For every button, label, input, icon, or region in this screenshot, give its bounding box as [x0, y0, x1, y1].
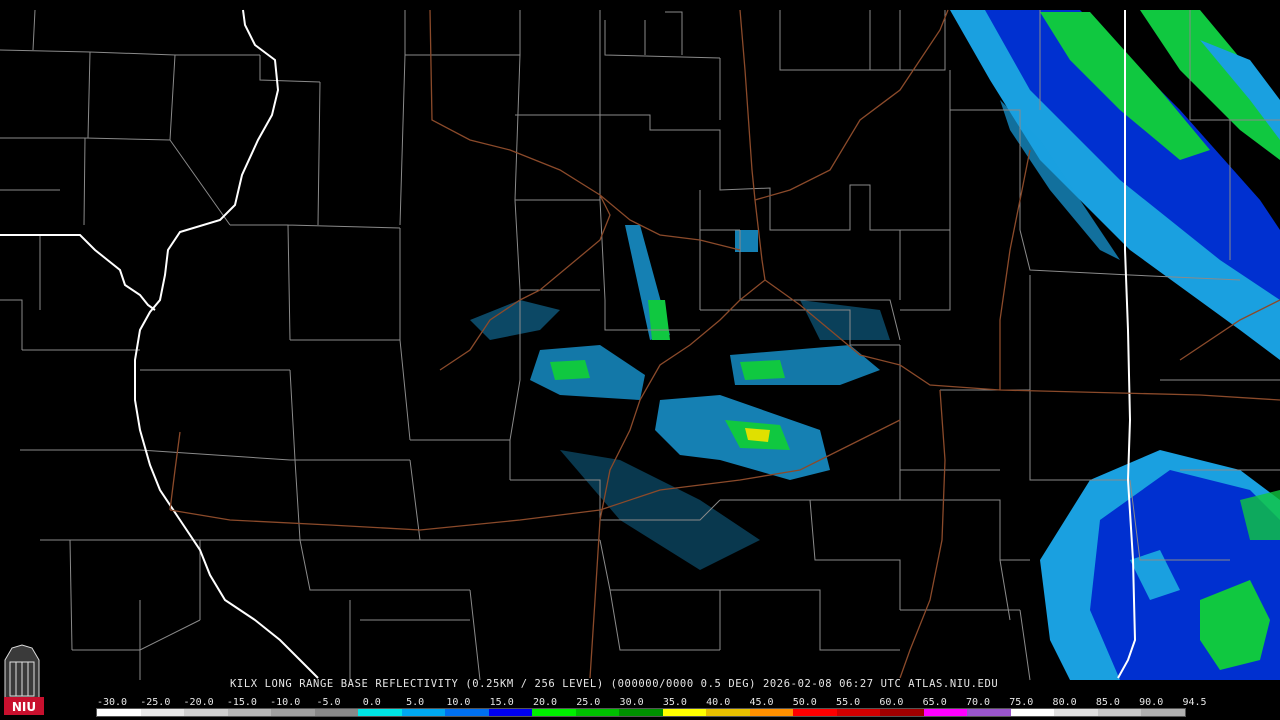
- color-scale-segment: [271, 709, 315, 716]
- scale-tick-label: -25.0: [140, 697, 171, 708]
- scale-tick-label: -10.0: [270, 697, 301, 708]
- color-scale-segment: [184, 709, 228, 716]
- scale-tick-label: 94.5: [1182, 697, 1207, 708]
- color-scale-segment: [227, 709, 272, 716]
- scale-tick-label: 55.0: [836, 697, 861, 708]
- color-scale-segment: [445, 709, 489, 716]
- scale-tick-label: 65.0: [922, 697, 947, 708]
- scale-tick-label: 70.0: [965, 697, 991, 708]
- scale-tick-label: 85.0: [1095, 697, 1120, 708]
- scale-tick-label: -15.0: [226, 697, 257, 708]
- color-scale-segment: [1010, 709, 1055, 716]
- scale-tick-label: 35.0: [662, 697, 687, 708]
- color-scale-segment: [836, 709, 881, 716]
- scale-tick-label: 30.0: [619, 697, 644, 708]
- scale-tick-label: -5.0: [316, 697, 341, 708]
- product-caption: KILX LONG RANGE BASE REFLECTIVITY (0.25K…: [230, 678, 999, 690]
- scale-tick-label: -20.0: [183, 697, 214, 708]
- color-scale-segment: [532, 709, 576, 716]
- scale-tick-label: 80.0: [1052, 697, 1077, 708]
- color-scale-segment: [706, 709, 750, 716]
- scale-tick-label: 0.0: [362, 697, 381, 708]
- scale-tick-label: 50.0: [792, 697, 817, 708]
- scale-tick-label: -30.0: [96, 697, 128, 708]
- color-scale-segment: [749, 709, 794, 716]
- color-scale-segment: [1141, 709, 1185, 716]
- scale-tick-label: 75.0: [1009, 697, 1034, 708]
- color-scale-segment: [1097, 709, 1142, 716]
- scale-tick-label: 60.0: [879, 697, 904, 708]
- radar-map: NIU: [0, 0, 1280, 720]
- scale-tick-label: 15.0: [489, 697, 514, 708]
- logo-text: NIU: [12, 700, 36, 714]
- reflectivity-color-scale: [96, 708, 1186, 717]
- color-scale-segment: [488, 709, 533, 716]
- scale-tick-label: 25.0: [576, 697, 601, 708]
- color-scale-segment: [880, 709, 924, 716]
- scale-tick-label: 10.0: [446, 697, 471, 708]
- color-scale-segment: [97, 709, 141, 716]
- color-scale-segment: [575, 709, 620, 716]
- scale-tick-label: 20.0: [532, 697, 558, 708]
- color-scale-segment: [923, 709, 968, 716]
- color-scale-segment: [662, 709, 707, 716]
- color-scale-segment: [967, 709, 1011, 716]
- scale-tick-label: 5.0: [406, 697, 425, 708]
- color-scale-segment: [1054, 709, 1098, 716]
- color-scale-segment: [619, 709, 663, 716]
- color-scale-segment: [358, 709, 402, 716]
- color-scale-segment: [401, 709, 446, 716]
- color-scale-segment: [793, 709, 837, 716]
- color-scale-segment: [314, 709, 359, 716]
- color-scale-segment: [140, 709, 185, 716]
- scale-tick-label: 40.0: [706, 697, 731, 708]
- scale-tick-label: 45.0: [749, 697, 774, 708]
- scale-tick-label: 90.0: [1139, 697, 1164, 708]
